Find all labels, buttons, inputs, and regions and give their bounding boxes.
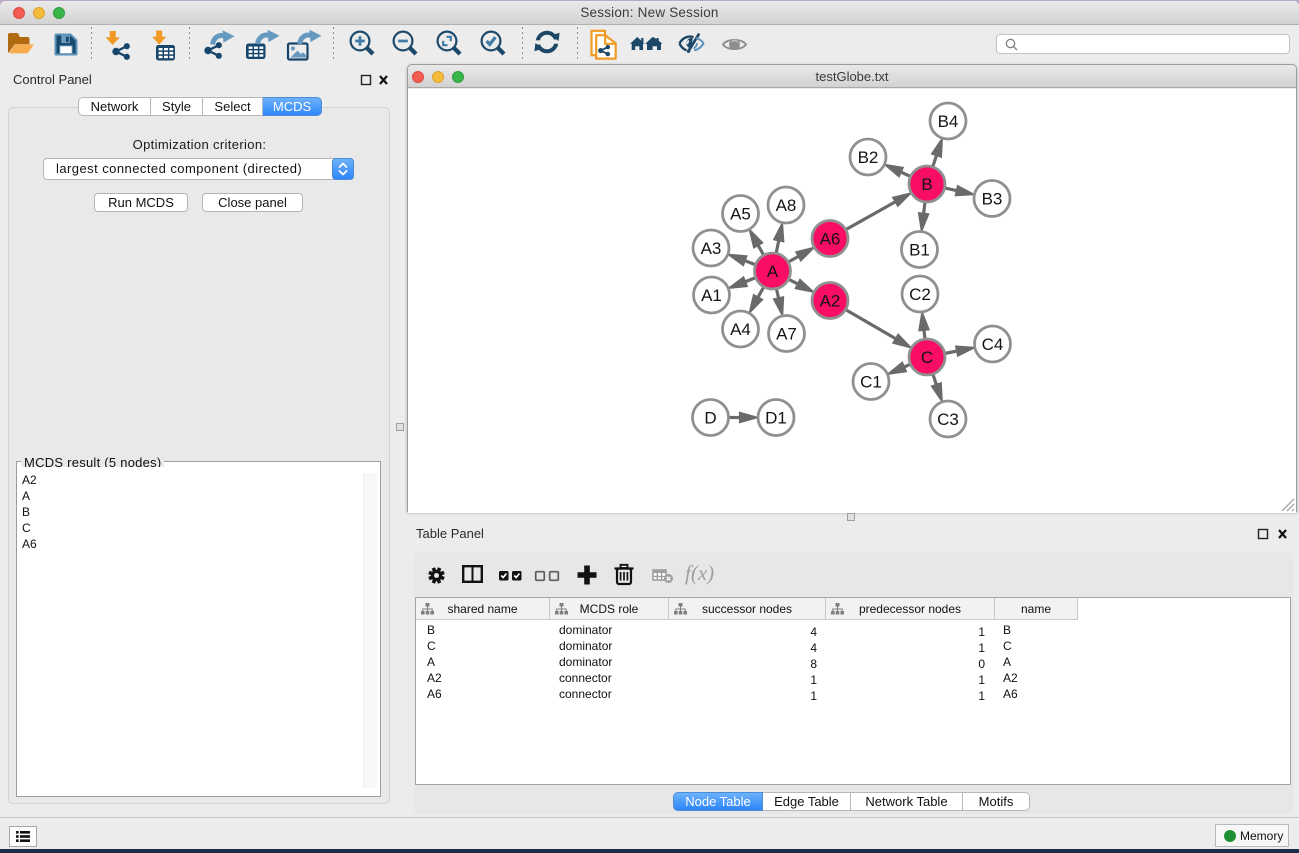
svg-text:B4: B4 [938, 112, 959, 131]
svg-text:B3: B3 [982, 189, 1003, 208]
svg-text:D1: D1 [765, 408, 787, 427]
svg-text:C4: C4 [982, 335, 1004, 354]
svg-text:A6: A6 [820, 229, 841, 248]
svg-text:C: C [921, 348, 933, 367]
svg-text:C2: C2 [909, 285, 931, 304]
svg-text:A1: A1 [701, 286, 722, 305]
svg-text:B1: B1 [909, 240, 930, 259]
svg-text:A3: A3 [701, 239, 722, 258]
svg-text:A5: A5 [730, 204, 751, 223]
svg-text:A4: A4 [730, 320, 751, 339]
svg-text:A2: A2 [820, 291, 841, 310]
svg-text:A: A [767, 262, 779, 281]
svg-text:A8: A8 [776, 196, 797, 215]
svg-text:A7: A7 [776, 324, 797, 343]
svg-text:C1: C1 [860, 372, 882, 391]
svg-text:D: D [704, 408, 716, 427]
svg-text:B: B [921, 175, 932, 194]
svg-text:B2: B2 [858, 148, 879, 167]
svg-text:C3: C3 [937, 410, 959, 429]
